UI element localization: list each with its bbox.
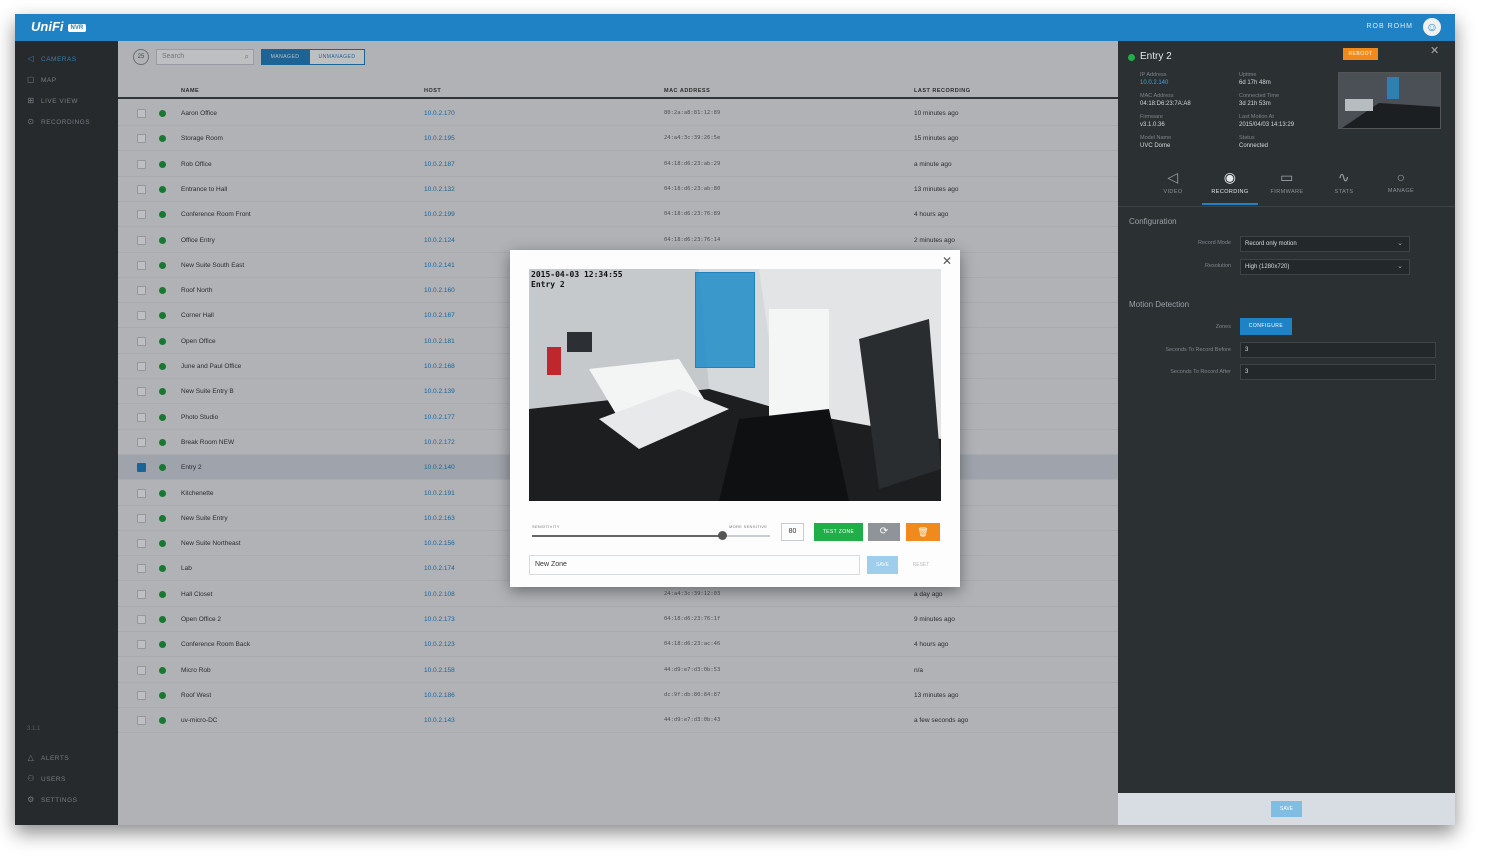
meta-label: Connected Time [1239,93,1280,99]
save-button[interactable]: SAVE [1271,801,1302,817]
meta-value: v3.1.0.36 [1140,122,1165,128]
sensitivity-value-input[interactable]: 80 [781,523,804,541]
meta-label: Last Motion At [1239,114,1274,120]
video-icon: ◁ [1167,169,1179,185]
meta-label: MAC Address [1140,93,1174,99]
panel-footer: SAVE [1118,793,1455,825]
meta-label: Status [1239,135,1255,141]
reboot-button[interactable]: REBOOT [1343,48,1378,60]
more-sensitive-label: MORE SENSITIVE [729,524,768,529]
close-icon[interactable]: ✕ [1430,44,1439,57]
tab-label: STATS [1334,189,1354,195]
resolution-label: Resolution [1205,263,1231,269]
record-mode-value: Record only motion [1245,241,1297,247]
active-tab-indicator [1202,203,1258,205]
zones-label: Zones [1215,324,1231,330]
record-after-input[interactable]: 3 [1240,364,1436,380]
meta-label: Firmware [1140,114,1163,120]
meta-value: UVC Dome [1140,143,1171,149]
reset-zone-button[interactable]: RESET [902,556,940,574]
motion-zone-dialog: ✕ 2015-04-03 12:34:55 Entry 2 SENSITIVIT… [510,250,960,587]
tab-label: RECORDING [1211,189,1249,195]
tab-label: FIRMWARE [1270,189,1304,195]
logo-text: UniFi [31,19,64,34]
meta-value: 6d 17h 48m [1239,80,1271,86]
trash-icon: 🗑 [917,527,929,537]
nvr-badge: NVR [67,23,87,32]
tab-video[interactable]: ◁ VIDEO [1145,169,1201,195]
record-after-label: Seconds To Record After [1170,369,1231,375]
chevron-down-icon: ⌄ [1397,263,1403,270]
ip-address-link[interactable]: 10.0.2.140 [1140,80,1168,86]
camera-preview[interactable]: 2015-04-03 12:34:55 Entry 2 [529,269,941,501]
record-mode-select[interactable]: Record only motion ⌄ [1240,236,1410,252]
camera-thumbnail[interactable] [1338,72,1441,129]
delete-zone-button[interactable]: 🗑 [906,523,940,541]
divider [1118,206,1455,207]
user-name[interactable]: ROB ROHM [1367,23,1414,30]
chevron-down-icon: ⌄ [1397,240,1403,247]
recording-icon: ◉ [1223,169,1237,185]
meta-label: IP Address [1140,72,1167,78]
unifi-logo[interactable]: UniFi NVR [31,19,87,34]
stats-icon: ∿ [1337,169,1351,185]
meta-label: Model Name [1140,135,1172,141]
record-mode-label: Record Mode [1197,240,1231,246]
close-icon[interactable]: ✕ [942,254,952,268]
record-before-label: Seconds To Record Before [1165,347,1231,353]
meta-value: 2015/04/03 14:13:29 [1239,122,1295,128]
resolution-value: High (1280x720) [1245,264,1290,270]
video-camera-name: Entry 2 [531,280,565,289]
meta-value: Connected [1239,143,1269,149]
meta-value: 3d 21h 53m [1239,101,1271,107]
refresh-button[interactable]: ⟳ [868,523,900,541]
top-bar: UniFi NVR ROB ROHM ☺ [15,14,1455,41]
save-zone-button[interactable]: SAVE [867,556,898,574]
refresh-icon: ⟳ [879,526,889,537]
firmware-icon: ▭ [1280,169,1294,185]
tab-recording[interactable]: ◉ RECORDING [1202,169,1258,195]
slider-handle[interactable] [718,531,728,540]
tab-label: MANAGE [1387,188,1415,194]
meta-value: 04:18:D6:23:7A:A8 [1140,101,1191,107]
tab-manage[interactable]: ○ MANAGE [1373,169,1429,194]
thumbnail-image [1339,73,1440,128]
resolution-select[interactable]: High (1280x720) ⌄ [1240,259,1410,275]
record-before-input[interactable]: 3 [1240,342,1436,358]
sensitivity-label: SENSITIVITY [532,524,560,529]
motion-detection-heading: Motion Detection [1129,300,1190,309]
slider-fill [532,535,723,537]
status-dot [1128,54,1135,61]
tab-firmware[interactable]: ▭ FIRMWARE [1259,169,1315,195]
meta-label: Uptime [1239,72,1257,78]
avatar[interactable]: ☺ [1423,18,1441,36]
configure-zones-button[interactable]: CONFIGURE [1240,318,1292,335]
camera-details-panel: Entry 2 REBOOT ✕ IP Address 10.0.2.140 U… [1118,41,1455,825]
panel-title: Entry 2 [1140,51,1172,62]
video-timestamp: 2015-04-03 12:34:55 [531,270,623,279]
zone-name-input[interactable]: New Zone [529,555,860,575]
motion-zone-region[interactable] [695,272,755,368]
sensitivity-slider[interactable] [532,531,770,540]
manage-icon: ○ [1396,169,1406,185]
configuration-heading: Configuration [1129,217,1177,226]
test-zone-button[interactable]: TEST ZONE [814,523,863,541]
tab-label: VIDEO [1163,189,1183,195]
tab-stats[interactable]: ∿ STATS [1316,169,1372,195]
